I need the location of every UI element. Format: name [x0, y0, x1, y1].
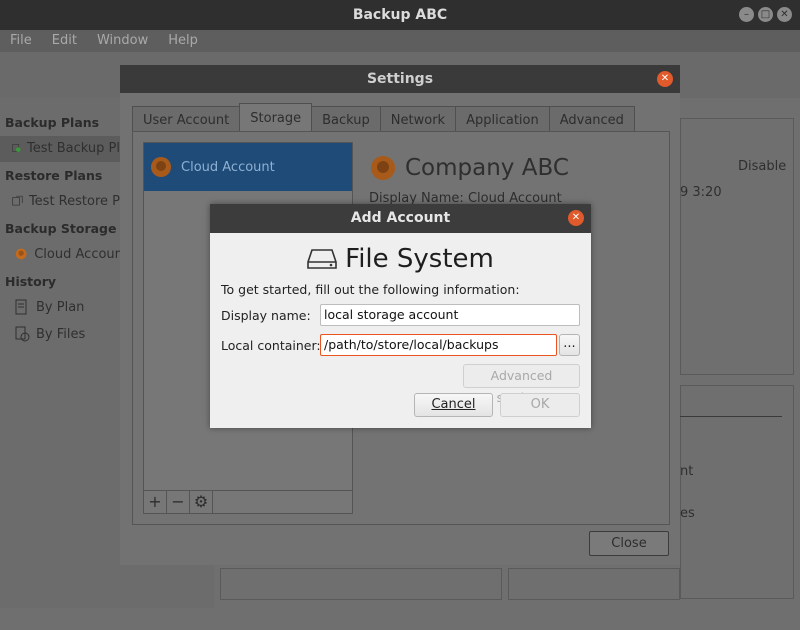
list-toolbar: + − ⚙	[144, 490, 352, 513]
add-account-title: Add Account	[210, 204, 591, 233]
window-titlebar: Backup ABC	[0, 0, 800, 30]
tab-storage[interactable]: Storage	[239, 103, 313, 132]
background-text: nt	[680, 464, 694, 479]
account-name: Cloud Account	[181, 159, 275, 175]
settings-close-icon[interactable]: ✕	[657, 71, 673, 87]
local-container-field[interactable]: /path/to/store/local/backups	[320, 334, 557, 356]
tab-application[interactable]: Application	[455, 106, 550, 132]
tab-backup[interactable]: Backup	[311, 106, 381, 132]
intro-text: To get started, fill out the following i…	[221, 282, 520, 297]
history-files-icon	[15, 326, 30, 342]
sidebar-item-test-restore[interactable]: Test Restore P	[12, 193, 120, 209]
menu-edit[interactable]: Edit	[42, 30, 87, 52]
advanced-settings-button[interactable]: Advanced settings	[463, 364, 580, 405]
window-controls: – □ ✕	[739, 7, 792, 22]
settings-tabs: User Account Storage Backup Network Appl…	[132, 103, 635, 132]
cloud-icon	[15, 248, 27, 260]
list-item[interactable]: Cloud Account	[144, 143, 352, 191]
ok-button[interactable]: OK	[500, 393, 580, 417]
local-container-label: Local container:	[221, 338, 321, 353]
restore-plan-icon	[12, 195, 23, 206]
browse-button[interactable]: ...	[559, 334, 580, 356]
sidebar-item-test-backup[interactable]: Test Backup Pl	[12, 140, 120, 156]
add-account-dialog: Add Account ✕ File System To get started…	[210, 204, 591, 428]
cloud-icon	[151, 157, 171, 177]
menu-window[interactable]: Window	[87, 30, 158, 52]
menu-bar: File Edit Window Help	[0, 30, 800, 52]
history-plan-icon	[15, 299, 27, 315]
close-window-button[interactable]: ✕	[777, 7, 792, 22]
file-system-title: File System	[345, 244, 494, 274]
background-panel	[508, 568, 680, 600]
cancel-button[interactable]: Cancel	[414, 393, 493, 417]
sidebar-item-by-plan[interactable]: By Plan	[14, 299, 120, 315]
sidebar-item-label: By Files	[36, 326, 86, 342]
hard-drive-icon	[307, 249, 337, 269]
close-button[interactable]: Close	[589, 531, 669, 556]
account-settings-button[interactable]: ⚙	[190, 491, 213, 513]
maximize-button[interactable]: □	[758, 7, 773, 22]
tab-user-account[interactable]: User Account	[132, 106, 241, 132]
file-system-heading: File System	[210, 244, 591, 274]
company-name: Company ABC	[405, 155, 569, 181]
sidebar-item-label: Test Backup Pl	[27, 140, 120, 156]
sidebar-item-label: By Plan	[36, 299, 85, 315]
background-panel	[680, 385, 794, 599]
background-panel	[680, 118, 794, 375]
minimize-button[interactable]: –	[739, 7, 754, 22]
add-account-close-icon[interactable]: ✕	[568, 210, 584, 226]
menu-file[interactable]: File	[0, 30, 42, 52]
add-account-button[interactable]: +	[144, 491, 167, 513]
display-name-label: Display name:	[221, 308, 311, 323]
cloud-icon	[371, 156, 395, 180]
company-header: Company ABC	[369, 154, 569, 182]
menu-help[interactable]: Help	[158, 30, 208, 52]
sidebar-item-by-files[interactable]: By Files	[14, 326, 120, 342]
window-title: Backup ABC	[352, 7, 448, 23]
tab-network[interactable]: Network	[379, 106, 457, 132]
sidebar-item-cloud-account[interactable]: Cloud Accour	[14, 246, 120, 262]
remove-account-button[interactable]: −	[167, 491, 190, 513]
sidebar-item-label: Cloud Accour	[34, 246, 120, 262]
display-name-field[interactable]: local storage account	[320, 304, 580, 326]
divider	[680, 416, 782, 417]
sidebar-item-label: Test Restore P	[28, 193, 120, 209]
background-text: es	[680, 506, 695, 521]
sidebar-heading-history: History	[5, 274, 57, 289]
sidebar-heading-backup-storage: Backup Storage	[5, 221, 117, 236]
disable-link[interactable]: Disable	[738, 159, 786, 174]
tab-advanced[interactable]: Advanced	[548, 106, 635, 132]
backup-plan-icon	[12, 144, 21, 152]
background-time: 9 3:20	[680, 185, 722, 200]
sidebar-heading-backup-plans: Backup Plans	[5, 115, 100, 130]
settings-title: Settings	[120, 65, 680, 93]
sidebar-heading-restore-plans: Restore Plans	[5, 168, 103, 183]
background-panel	[220, 568, 502, 600]
